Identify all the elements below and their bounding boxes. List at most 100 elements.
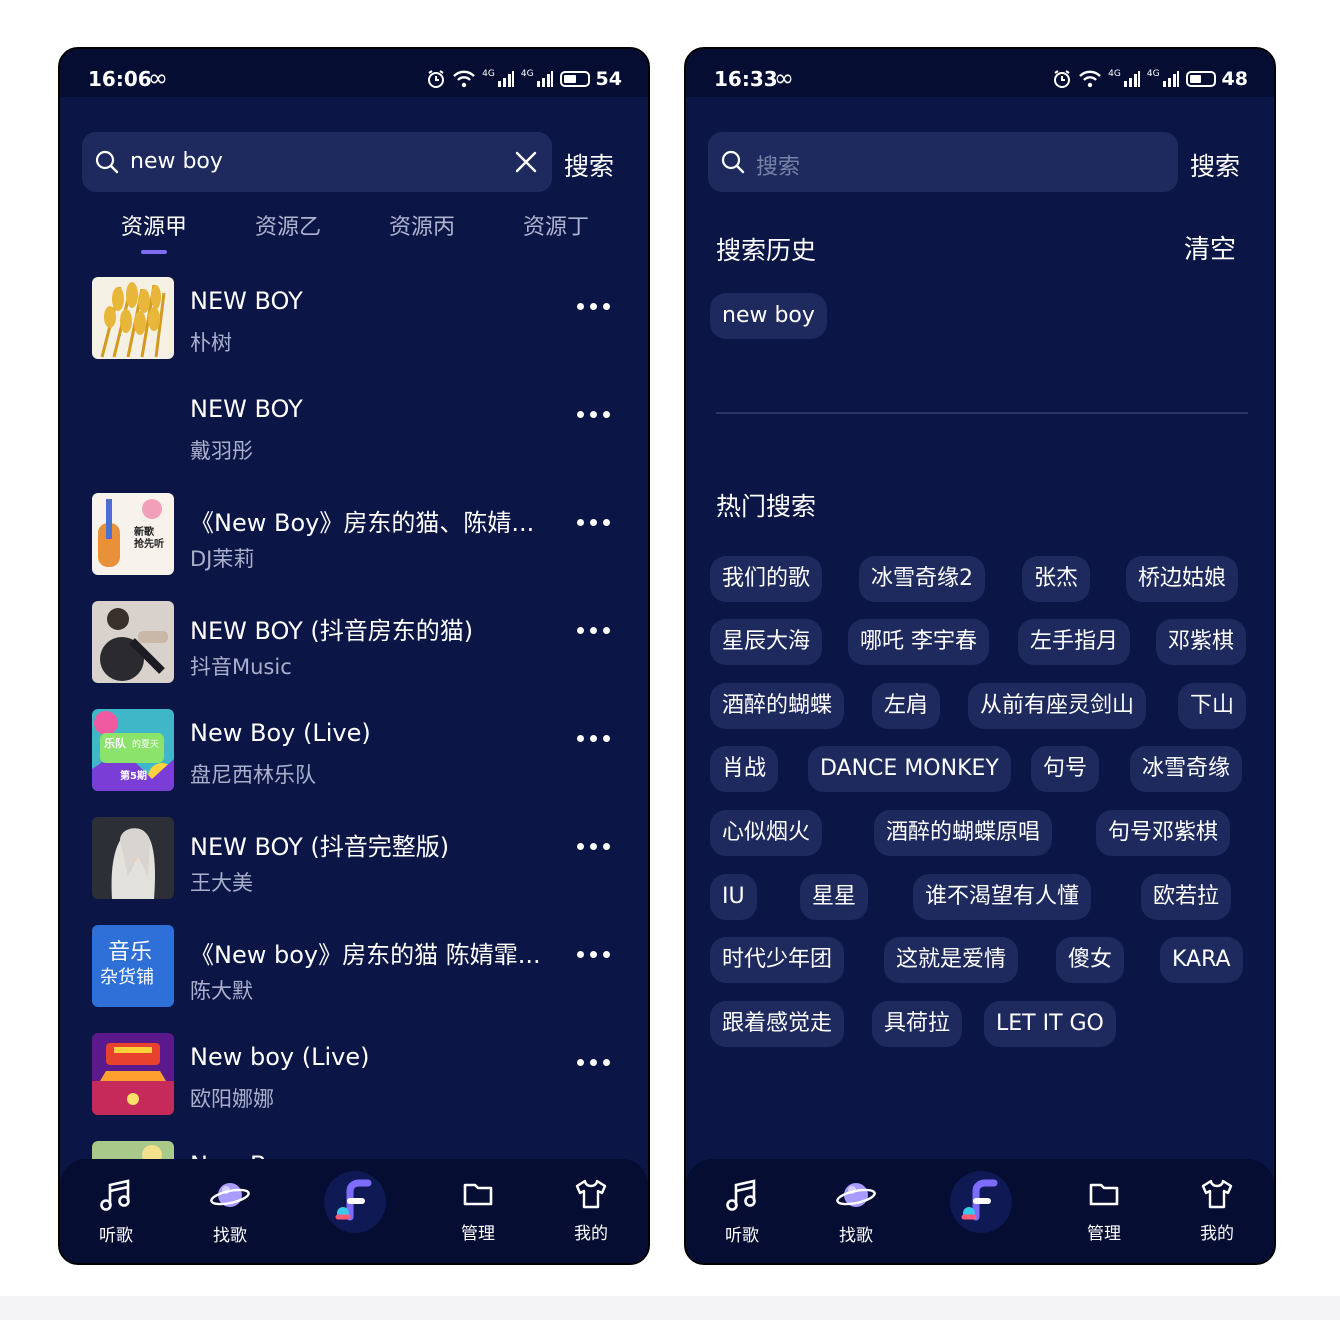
song-title: NEW BOY (抖音房东的猫) [190,617,474,645]
hot-chip[interactable]: 邓紫棋 [1156,619,1247,665]
music-note-icon [726,1179,756,1211]
song-artist: 抖音Music [190,655,292,679]
hot-chip[interactable]: 句号邓紫棋 [1096,810,1231,856]
hot-search-title: 热门搜索 [716,492,817,521]
alarm-icon [428,70,445,88]
hot-chip[interactable]: 哪吒 李宇春 [848,619,989,665]
more-icon[interactable] [577,411,610,418]
tab-source-d[interactable]: 资源丁 [501,209,611,241]
song-row[interactable]: NEW BOY (抖音房东的猫) 抖音Music [60,599,648,699]
more-icon[interactable] [577,735,610,742]
search-input[interactable]: 搜索 [708,132,1178,192]
planet-icon [836,1183,876,1207]
app-logo-button[interactable] [950,1171,1012,1233]
music-note-icon [100,1179,130,1211]
tab-label: 我的 [1200,1224,1234,1244]
folder-icon [1089,1183,1119,1206]
search-results-screen: 16:06 ∞ 4G 4G 54 new boy 搜索 资源甲 资源乙 资源丙 … [58,47,650,1265]
signal-icon [497,71,514,87]
tab-manage[interactable]: 管理 [438,1177,518,1244]
hot-chip[interactable]: 这就是爱情 [884,937,1019,983]
more-icon[interactable] [577,627,610,634]
active-tab-indicator [141,250,167,254]
signal-type-label: 4G [520,69,534,79]
hot-chip[interactable]: LET IT GO [984,1001,1116,1047]
hot-chip[interactable]: 星辰大海 [710,619,823,665]
more-icon[interactable] [577,951,610,958]
hot-chip[interactable]: 时代少年团 [710,937,845,983]
song-row[interactable]: NEW BOY 戴羽彤 [60,383,648,483]
hot-chip[interactable]: 傻女 [1056,937,1125,983]
cover-text: 杂货铺 [100,967,154,988]
hot-chip[interactable]: 跟着感觉走 [710,1001,845,1047]
tab-source-b[interactable]: 资源乙 [233,209,343,241]
tab-find[interactable]: 找歌 [190,1177,270,1246]
hot-chip[interactable]: 左肩 [872,683,941,729]
song-title: New Boy (Live) [190,719,371,747]
hot-chip[interactable]: 酒醉的蝴蝶原唱 [874,810,1053,856]
tab-label: 管理 [1087,1224,1121,1244]
more-icon[interactable] [577,303,610,310]
more-icon[interactable] [577,843,610,850]
song-title: New boy (Live) [190,1043,370,1071]
close-icon[interactable] [514,150,538,174]
hot-chip[interactable]: 欧若拉 [1141,874,1232,920]
infinity-icon: ∞ [148,64,168,92]
hot-chip[interactable]: 具荷拉 [872,1001,963,1047]
hot-chip[interactable]: DANCE MONKEY [808,746,1011,792]
app-logo-button[interactable] [324,1171,386,1233]
tab-listen[interactable]: 听歌 [702,1177,782,1246]
hot-chip[interactable]: 心似烟火 [710,810,823,856]
hot-chip[interactable]: 桥边姑娘 [1126,556,1239,602]
hot-chip[interactable]: 酒醉的蝴蝶 [710,683,845,729]
hot-chip[interactable]: 我们的歌 [710,556,823,602]
hot-chip[interactable]: 从前有座灵剑山 [968,683,1147,729]
hot-chip[interactable]: 句号 [1031,746,1100,792]
hot-chip[interactable]: IU [710,874,757,920]
tab-source-a[interactable]: 资源甲 [99,209,209,241]
song-artist: DJ茉莉 [190,547,255,571]
search-button[interactable]: 搜索 [1190,147,1240,183]
signal-type-label: 4G [482,69,495,79]
status-time: 16:06 [88,67,152,91]
more-icon[interactable] [577,519,610,526]
song-artist: 陈大默 [190,979,253,1003]
album-cover: 新歌 抢先听 [92,493,174,575]
song-artist: 朴树 [190,331,232,355]
hot-chip[interactable]: 肖战 [710,746,779,792]
hot-chip[interactable]: 左手指月 [1018,619,1131,665]
song-row[interactable]: 乐队 的夏天 第5期 New Boy (Live) 盘尼西林乐队 [60,707,648,807]
search-button[interactable]: 搜索 [564,147,614,183]
song-row[interactable]: 音乐 杂货铺 《New boy》房东的猫 陈婧霏... 陈大默 [60,923,648,1023]
hot-chip[interactable]: KARA [1160,937,1243,983]
tab-find[interactable]: 找歌 [816,1177,896,1246]
tab-source-c[interactable]: 资源丙 [367,209,477,241]
tab-manage[interactable]: 管理 [1064,1177,1144,1244]
tab-mine[interactable]: 我的 [551,1177,631,1244]
hot-chip[interactable]: 冰雪奇缘 [1130,746,1243,792]
hot-chip[interactable]: 张杰 [1022,556,1091,602]
tab-label: 我的 [574,1224,608,1244]
hot-chip[interactable]: 谁不渴望有人懂 [913,874,1092,920]
song-row[interactable]: NEW BOY (抖音完整版) 王大美 [60,815,648,915]
cover-text: 的夏天 [132,738,159,750]
hot-chip[interactable]: 冰雪奇缘2 [859,556,985,602]
clear-history-button[interactable]: 清空 [1184,229,1236,266]
song-row[interactable]: New boy (Live) 欧阳娜娜 [60,1031,648,1131]
app-logo-icon [335,1179,372,1221]
hot-chip[interactable]: 下山 [1178,683,1247,729]
album-cover [92,601,174,683]
hot-chip[interactable]: 星星 [800,874,869,920]
signal-icon [1162,71,1179,87]
album-cover [92,1033,174,1115]
search-input[interactable]: new boy [82,132,552,192]
song-artist: 王大美 [190,871,253,895]
tab-listen[interactable]: 听歌 [76,1177,156,1246]
app-logo-icon [961,1179,998,1221]
song-row[interactable]: 新歌 抢先听 《New Boy》房东的猫、陈婧... DJ茉莉 [60,491,648,591]
song-row[interactable]: NEW BOY 朴树 [60,275,648,375]
tab-mine[interactable]: 我的 [1177,1177,1257,1244]
history-chip[interactable]: new boy [710,293,827,339]
more-icon[interactable] [577,1059,610,1066]
tab-label: 听歌 [99,1226,133,1246]
